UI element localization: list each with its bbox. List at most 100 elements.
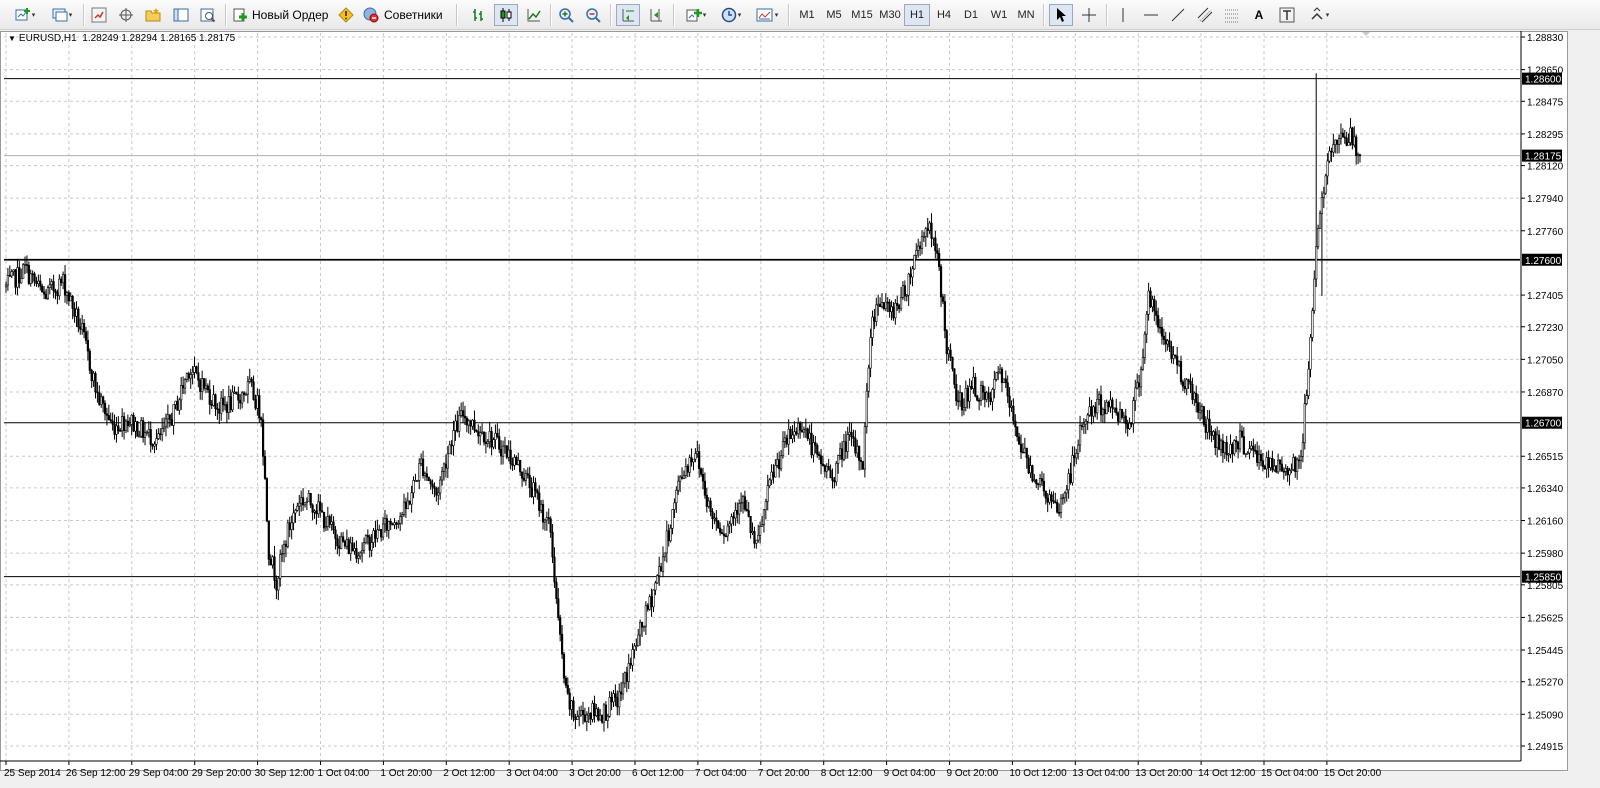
timeframe-m1-button[interactable]: M1 <box>794 4 820 26</box>
candle-body <box>309 493 312 506</box>
candle-body <box>105 413 109 416</box>
equidistant-channel-tool-button[interactable] <box>1194 4 1216 26</box>
horizontal-line-tool-button[interactable] <box>1140 4 1162 26</box>
candle-body <box>1141 357 1145 370</box>
time-tick-label: 1 Oct 20:00 <box>380 768 432 779</box>
zoom-in-button[interactable] <box>555 4 577 26</box>
candle-body <box>1080 425 1084 427</box>
periodicity-button[interactable]: ▾ <box>716 4 746 26</box>
text-label-tool-button[interactable] <box>1276 4 1298 26</box>
candle-body <box>29 273 32 284</box>
candle-body <box>1294 457 1297 472</box>
text-tool-button[interactable]: A <box>1248 4 1270 26</box>
candle-body <box>332 521 335 531</box>
candle-body <box>686 466 689 473</box>
candle-body <box>753 531 756 544</box>
timeframe-w1-button[interactable]: W1 <box>986 4 1012 26</box>
candle-body <box>10 271 13 277</box>
crosshair-move-icon <box>119 8 133 22</box>
terminal-button[interactable] <box>170 4 192 26</box>
candle-body <box>818 454 821 457</box>
candle-body <box>347 539 350 554</box>
candle-body <box>555 581 558 600</box>
time-tick-label: 15 Oct 20:00 <box>1324 768 1382 779</box>
strategy-tester-button[interactable] <box>197 4 219 26</box>
chart-canvas[interactable]: 1.288301.286501.284751.282951.281201.279… <box>0 31 1568 788</box>
candle-body <box>873 316 876 322</box>
candle-body <box>511 463 514 466</box>
candle-body <box>22 264 25 279</box>
arrows-tool-button[interactable]: ▾ <box>1303 4 1335 26</box>
templates-button[interactable]: ▾ <box>752 4 782 26</box>
trendline-tool-button[interactable] <box>1167 4 1189 26</box>
candle-body <box>560 634 564 655</box>
new-order-button[interactable]: Новый Ордер <box>232 4 332 26</box>
line-chart-button[interactable] <box>523 4 545 26</box>
candle-body <box>406 500 409 510</box>
cursor-tool-button[interactable] <box>1049 4 1073 26</box>
candle-body <box>503 445 507 448</box>
candle-body <box>157 433 160 439</box>
candle-body <box>82 323 86 333</box>
candle-body <box>1227 453 1230 456</box>
candle-body <box>1254 449 1257 452</box>
candle-body <box>4 284 8 288</box>
candle-body <box>147 429 150 433</box>
candle-body <box>1315 246 1318 280</box>
price-level-label: 1.26700 <box>1525 419 1562 430</box>
candle-body <box>755 539 758 544</box>
profiles-button[interactable]: ▾ <box>46 4 78 26</box>
candle-body <box>732 516 735 519</box>
candle-body <box>1212 431 1215 436</box>
candle-body <box>1326 160 1329 177</box>
vertical-line-tool-button[interactable] <box>1112 4 1134 26</box>
candle-body <box>52 281 55 292</box>
candle-body <box>1025 447 1028 459</box>
timeframe-mn-button[interactable]: MN <box>1013 4 1039 26</box>
timeframe-m30-button[interactable]: M30 <box>876 4 904 26</box>
timeframe-h4-button[interactable]: H4 <box>931 4 957 26</box>
navigator-button[interactable] <box>142 4 164 26</box>
candle-body <box>58 278 61 297</box>
candle-body <box>534 482 537 491</box>
candle-body <box>648 596 651 610</box>
new-chart-button[interactable]: ▾ <box>8 4 42 26</box>
chart-shift-button[interactable] <box>644 4 668 26</box>
candle-body <box>458 415 461 432</box>
zoom-out-button[interactable] <box>582 4 604 26</box>
candle-body <box>667 530 670 542</box>
crosshair-tool-button[interactable] <box>1078 4 1100 26</box>
bar-chart-button[interactable] <box>467 4 489 26</box>
candle-body <box>983 391 986 400</box>
candle-body <box>185 373 189 380</box>
auto-scroll-button[interactable] <box>616 4 640 26</box>
data-window-button[interactable] <box>115 4 137 26</box>
candle-body <box>420 458 423 464</box>
candle-body <box>265 478 268 522</box>
market-watch-button[interactable] <box>88 4 110 26</box>
candle-body <box>421 458 425 476</box>
candle-body <box>768 479 771 487</box>
timeframe-h1-button[interactable]: H1 <box>904 4 930 26</box>
autotrading-warning-button[interactable] <box>336 4 356 26</box>
candle-body <box>145 431 149 434</box>
time-tick-label: 1 Oct 04:00 <box>318 768 370 779</box>
chart-shift-icon <box>650 9 662 22</box>
candle-body <box>484 441 487 444</box>
timeframe-m15-button[interactable]: M15 <box>848 4 876 26</box>
timeframe-m5-button[interactable]: M5 <box>821 4 847 26</box>
indicators-button[interactable]: ▾ <box>680 4 712 26</box>
candlestick-chart-button[interactable] <box>494 4 518 26</box>
candle-body <box>779 455 783 470</box>
candle-body <box>345 539 348 547</box>
candle-body <box>90 369 93 382</box>
candle-body <box>130 414 133 425</box>
expert-advisors-button[interactable]: Советники <box>362 4 448 26</box>
candle-body <box>1168 340 1171 348</box>
candle-body <box>578 714 581 717</box>
timeframe-d1-button[interactable]: D1 <box>958 4 984 26</box>
candle-body <box>699 468 703 475</box>
fibonacci-tool-button[interactable] <box>1221 4 1243 26</box>
candle-body <box>888 302 891 313</box>
candle-body <box>1078 425 1082 446</box>
